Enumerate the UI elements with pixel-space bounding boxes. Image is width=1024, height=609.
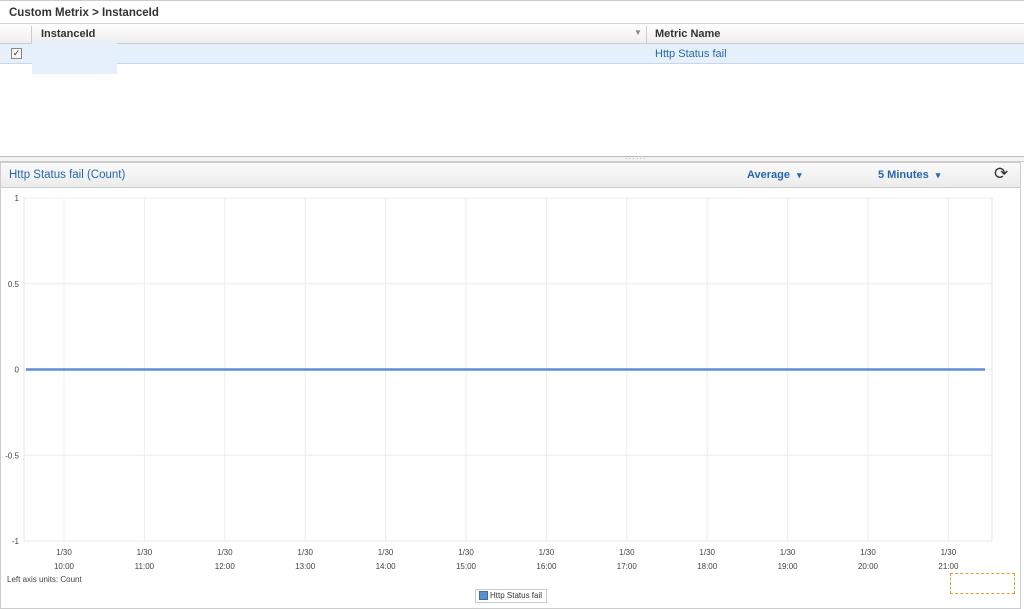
x-tick-time: 11:00 xyxy=(135,562,155,571)
left-axis-units: Left axis units: Count xyxy=(7,575,82,584)
x-tick-date: 1/30 xyxy=(378,548,394,557)
y-tick-label: 1 xyxy=(15,194,20,203)
y-tick-label: -1 xyxy=(12,537,20,546)
x-tick-date: 1/30 xyxy=(860,548,876,557)
x-tick-date: 1/30 xyxy=(699,548,715,557)
x-tick-time: 21:00 xyxy=(938,562,959,571)
x-tick-time: 14:00 xyxy=(376,562,397,571)
legend-swatch xyxy=(479,591,488,600)
legend-label: Http Status fail xyxy=(490,591,543,600)
x-tick-date: 1/30 xyxy=(56,548,72,557)
chart-legend[interactable]: Http Status fail xyxy=(475,589,548,603)
y-tick-label: 0 xyxy=(15,366,20,375)
x-tick-date: 1/30 xyxy=(539,548,555,557)
x-tick-time: 20:00 xyxy=(858,562,879,571)
x-tick-date: 1/30 xyxy=(217,548,233,557)
x-tick-date: 1/30 xyxy=(458,548,474,557)
y-tick-label: 0.5 xyxy=(8,280,20,289)
x-tick-date: 1/30 xyxy=(780,548,796,557)
x-tick-time: 18:00 xyxy=(697,562,718,571)
x-tick-date: 1/30 xyxy=(137,548,153,557)
x-tick-date: 1/30 xyxy=(297,548,313,557)
y-tick-label: -0.5 xyxy=(5,451,19,460)
x-tick-time: 19:00 xyxy=(778,562,799,571)
x-tick-time: 12:00 xyxy=(215,562,236,571)
x-tick-time: 13:00 xyxy=(295,562,316,571)
x-tick-time: 15:00 xyxy=(456,562,477,571)
x-tick-time: 17:00 xyxy=(617,562,638,571)
line-chart: 1 0.5 0 -0.5 -1 1/30 10:00 1/30 11:00 1/30 12:00 1/… xyxy=(5,194,993,571)
x-tick-date: 1/30 xyxy=(619,548,635,557)
x-tick-time: 10:00 xyxy=(54,562,75,571)
zoom-selection-box[interactable] xyxy=(950,573,1015,594)
x-tick-date: 1/30 xyxy=(941,548,957,557)
x-tick-time: 16:00 xyxy=(536,562,557,571)
